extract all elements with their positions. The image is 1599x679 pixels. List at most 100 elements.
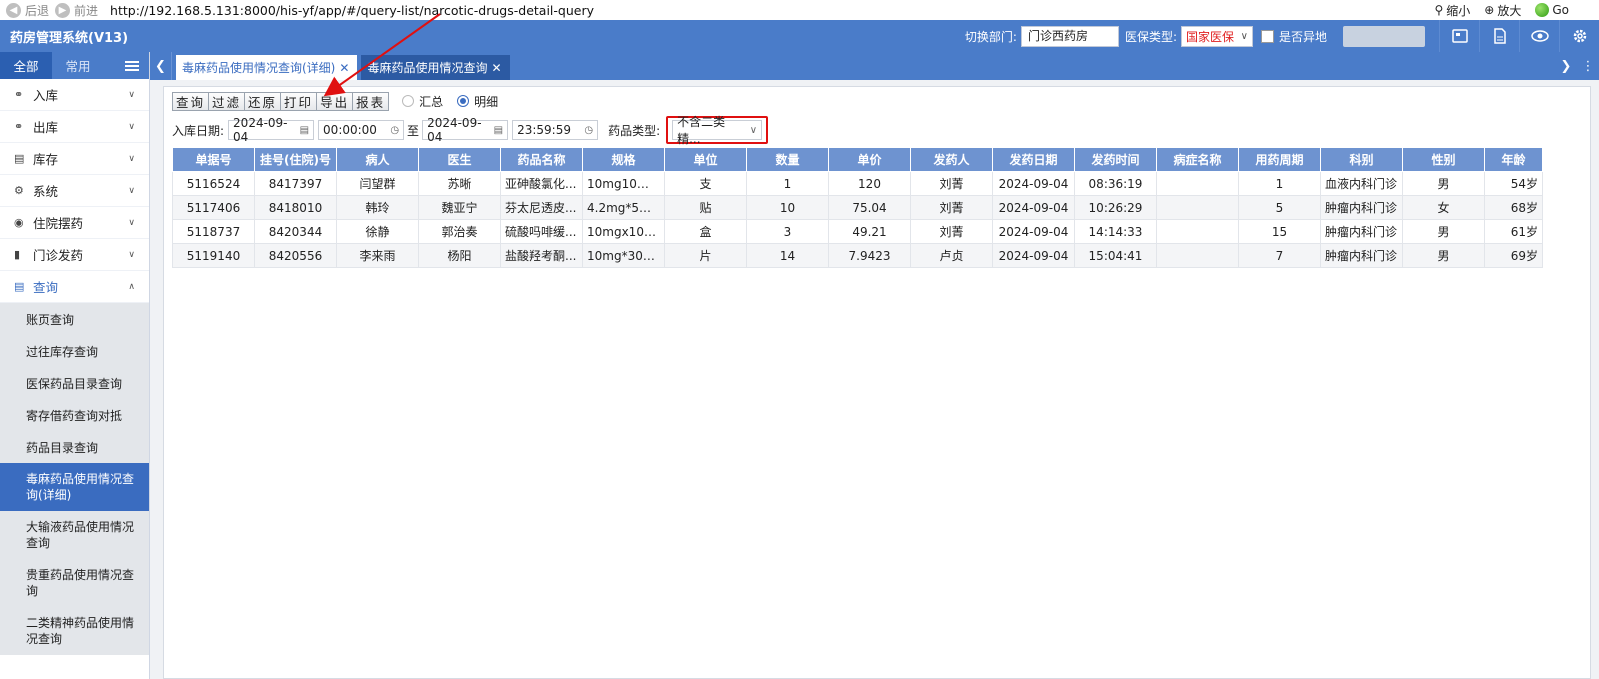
column-header[interactable]: 用药周期: [1238, 147, 1321, 172]
sidebar-item-inventory[interactable]: ▤ 库存 ∨: [0, 143, 149, 175]
submenu-item[interactable]: 二类精神药品使用情况查询: [0, 607, 149, 655]
table-row[interactable]: 5118737 8420344 徐静 郭治奏 硫酸吗啡缓... 10mgx10片…: [172, 219, 1543, 244]
card-icon[interactable]: [1439, 20, 1479, 52]
radio-detail[interactable]: 明细: [457, 93, 498, 110]
column-header[interactable]: 科别: [1320, 147, 1403, 172]
gear-icon: ⚙: [14, 184, 24, 197]
table-cell: [1156, 171, 1239, 196]
sidebar-item-stock-out[interactable]: ⚭ 出库 ∨: [0, 111, 149, 143]
restore-button[interactable]: 还原: [244, 91, 282, 111]
gear-icon[interactable]: [1559, 20, 1599, 52]
table-cell: 5119140: [172, 243, 255, 268]
tab-menu-icon[interactable]: ⋮: [1577, 52, 1599, 80]
tab-scroll-right-icon[interactable]: ❯: [1555, 52, 1577, 80]
table-cell: [1156, 195, 1239, 220]
export-button[interactable]: 导出: [316, 91, 354, 111]
column-header[interactable]: 规格: [582, 147, 665, 172]
table-cell: 男: [1402, 171, 1485, 196]
submenu-item-active[interactable]: 毒麻药品使用情况查询(详细): [0, 463, 149, 511]
tab-narcotic-detail[interactable]: 毒麻药品使用情况查询(详细) ✕: [176, 55, 358, 80]
column-header[interactable]: 年龄: [1484, 147, 1543, 172]
menu-toggle-icon[interactable]: [125, 59, 139, 73]
column-header[interactable]: 发药人: [910, 147, 993, 172]
column-header[interactable]: 挂号(住院)号: [254, 147, 337, 172]
close-icon[interactable]: ✕: [491, 61, 501, 75]
report-button[interactable]: 报表: [352, 91, 390, 111]
sidebar-item-system[interactable]: ⚙ 系统 ∨: [0, 175, 149, 207]
query-icon: ▤: [14, 280, 25, 293]
end-date-input[interactable]: 2024-09-04 ▤: [422, 116, 509, 144]
go-button[interactable]: Go: [1535, 3, 1569, 17]
table-row[interactable]: 5119140 8420556 李来雨 杨阳 盐酸羟考酮... 10mg*30片…: [172, 243, 1543, 268]
back-button[interactable]: ◀ 后退: [6, 2, 49, 19]
column-header[interactable]: 单位: [664, 147, 747, 172]
table-cell: 肿瘤内科门诊: [1320, 195, 1403, 220]
submenu-item[interactable]: 医保药品目录查询: [0, 367, 149, 399]
table-row[interactable]: 5117406 8418010 韩玲 魏亚宁 芬太尼透皮... 4.2mg*5贴…: [172, 195, 1543, 220]
drug-type-select[interactable]: 不含二类精... ∨: [672, 115, 763, 146]
column-header[interactable]: 病人: [336, 147, 419, 172]
end-time-input[interactable]: 23:59:59 ◷: [512, 120, 599, 140]
column-header[interactable]: 单价: [828, 147, 911, 172]
print-button[interactable]: 打印: [280, 91, 318, 111]
submenu-item[interactable]: 贵重药品使用情况查询: [0, 559, 149, 607]
submenu-item[interactable]: 账页查询: [0, 303, 149, 335]
table-cell: 2024-09-04: [992, 171, 1075, 196]
end-date-value: 2024-09-04: [427, 116, 482, 144]
table-cell: 闫望群: [336, 171, 419, 196]
tab-scroll-left-icon[interactable]: ❮: [150, 52, 172, 80]
submenu-item[interactable]: 过往库存查询: [0, 335, 149, 367]
start-time-input[interactable]: 00:00:00 ◷: [318, 120, 405, 140]
table-cell: 7: [1238, 243, 1321, 268]
filter-button[interactable]: 过滤: [208, 91, 246, 111]
start-date-input[interactable]: 2024-09-04 ▤: [228, 116, 315, 144]
sidebar-tab-common[interactable]: 常用: [52, 52, 104, 79]
chevron-down-icon: ∨: [128, 121, 135, 132]
forward-button[interactable]: ▶ 前进: [55, 2, 98, 19]
radio-summary[interactable]: 汇总: [402, 93, 443, 110]
sidebar-item-outpatient[interactable]: ▮ 门诊发药 ∨: [0, 239, 149, 271]
zoom-in-button[interactable]: ⊕ 放大: [1484, 2, 1521, 19]
sidebar-tab-all[interactable]: 全部: [0, 52, 52, 79]
remote-label: 是否异地: [1278, 29, 1327, 44]
remote-input[interactable]: [1343, 25, 1425, 47]
column-header[interactable]: 单据号: [172, 147, 255, 172]
column-header[interactable]: 性别: [1402, 147, 1485, 172]
query-button[interactable]: 查询: [172, 91, 210, 111]
table-cell: 郭治奏: [418, 219, 501, 244]
tab-narcotic-summary[interactable]: 毒麻药品使用情况查询 ✕: [361, 55, 510, 80]
zoom-out-button[interactable]: ⚲ 缩小: [1434, 2, 1470, 19]
zoom-out-icon: ⚲: [1434, 3, 1444, 17]
column-header[interactable]: 发药时间: [1074, 147, 1157, 172]
column-header[interactable]: 数量: [746, 147, 829, 172]
table-cell: 8418010: [254, 195, 337, 220]
sidebar-item-inpatient[interactable]: ◉ 住院摆药 ∨: [0, 207, 149, 239]
table-row[interactable]: 5116524 8417397 闫望群 苏晰 亚砷酸氯化... 10mg10ml…: [172, 171, 1543, 196]
table-cell: 韩玲: [336, 195, 419, 220]
column-header[interactable]: 发药日期: [992, 147, 1075, 172]
eye-icon[interactable]: [1519, 20, 1559, 52]
address-bar[interactable]: http://192.168.5.131:8000/his-yf/app/#/q…: [110, 3, 594, 18]
submenu-item[interactable]: 药品目录查询: [0, 431, 149, 463]
sidebar-item-query[interactable]: ▤ 查询 ∧: [0, 271, 149, 303]
close-icon[interactable]: ✕: [339, 61, 349, 75]
submenu-item[interactable]: 大输液药品使用情况查询: [0, 511, 149, 559]
tab-bar: ❮ 毒麻药品使用情况查询(详细) ✕ 毒麻药品使用情况查询 ✕ ❯ ⋮: [150, 52, 1599, 80]
insurance-select[interactable]: 国家医保 ∨: [1180, 25, 1253, 47]
table-cell: 54岁: [1484, 171, 1543, 196]
go-label: Go: [1552, 3, 1569, 17]
main-content: 查询 过滤 还原 打印 导出 报表 汇总 明细 入库日期: 2024-09-04…: [150, 80, 1599, 679]
column-header[interactable]: 病症名称: [1156, 147, 1239, 172]
column-header[interactable]: 医生: [418, 147, 501, 172]
sidebar-item-label: 系统: [33, 184, 59, 199]
chevron-down-icon: ∨: [128, 217, 135, 228]
remote-checkbox[interactable]: [1260, 29, 1274, 43]
dept-input[interactable]: 门诊西药房: [1020, 25, 1119, 47]
submenu-item[interactable]: 寄存借药查询对抵: [0, 399, 149, 431]
table-cell: 盒: [664, 219, 747, 244]
column-header[interactable]: 药品名称: [500, 147, 583, 172]
document-icon[interactable]: [1479, 20, 1519, 52]
sidebar-item-stock-in[interactable]: ⚭ 入库 ∨: [0, 79, 149, 111]
zoom-out-label: 缩小: [1446, 3, 1471, 18]
table-cell: 5117406: [172, 195, 255, 220]
